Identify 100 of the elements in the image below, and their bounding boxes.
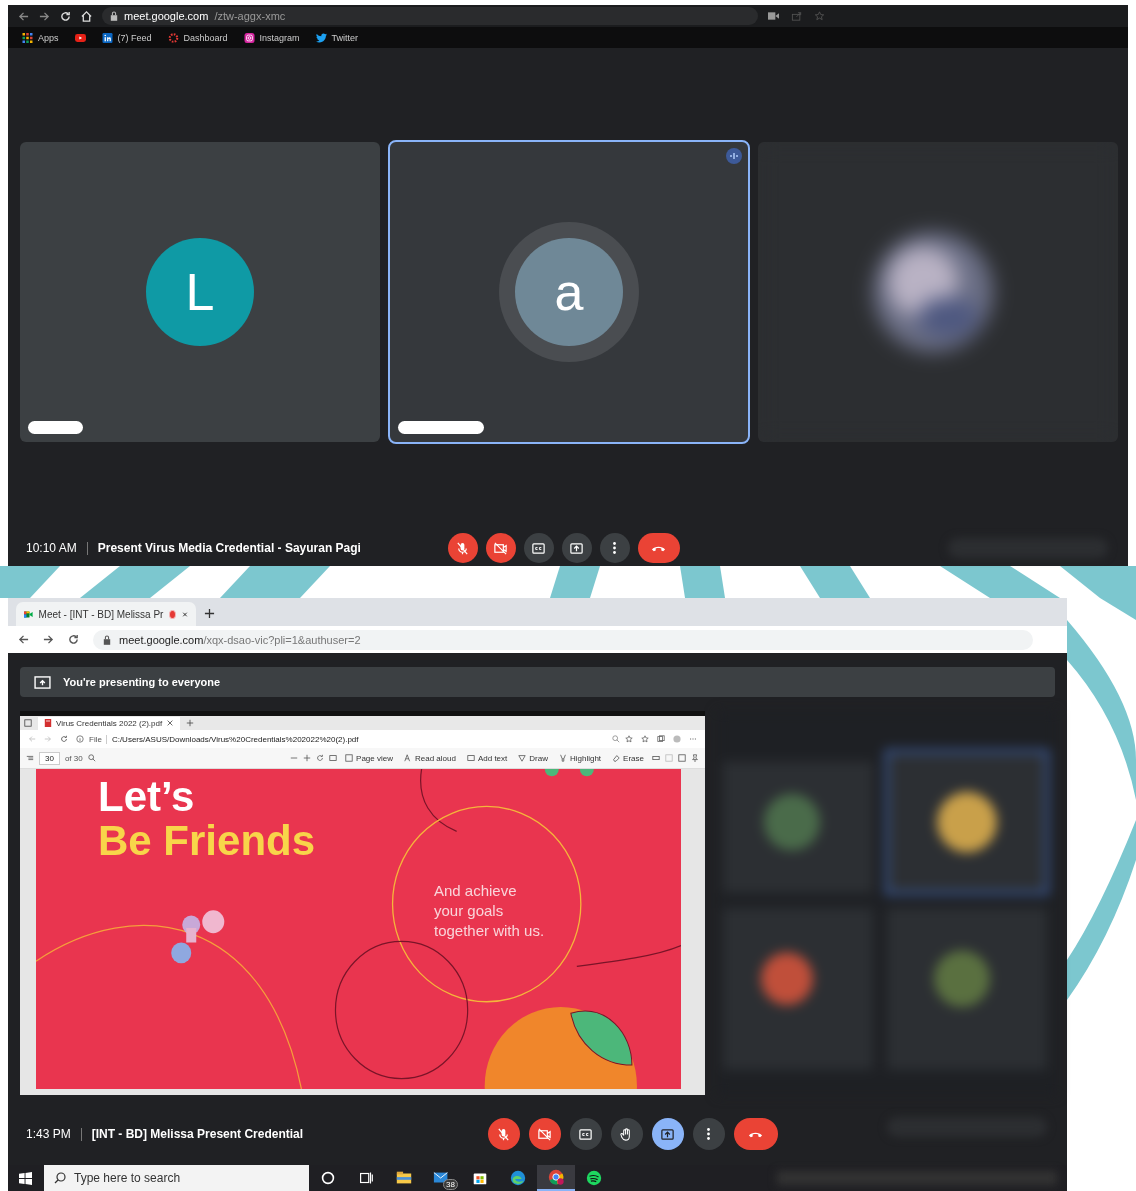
close-icon[interactable]: [166, 719, 175, 727]
present-button[interactable]: [651, 1118, 684, 1150]
camera-off-icon: [493, 540, 509, 556]
pen-icon: [518, 754, 527, 762]
url-path: /xqx-dsao-vic?pli=1&authuser=2: [203, 633, 361, 646]
search-icon[interactable]: [87, 754, 96, 762]
highlighter-icon: [558, 754, 567, 762]
mic-off-button[interactable]: [447, 533, 478, 563]
tab-title: Meet - [INT - BD] Melissa Pr: [38, 608, 164, 620]
favorites-icon[interactable]: [641, 735, 649, 743]
file-path: C:/Users/ASUS/Downloads/Virus%20Credentials%202022%20(2).pdf: [111, 734, 359, 744]
erase-button[interactable]: Erase: [609, 753, 647, 763]
collections-icon[interactable]: [657, 735, 665, 743]
bookmark[interactable]: (7) Feed: [99, 31, 154, 44]
reload-icon[interactable]: [68, 634, 79, 645]
search-icon: [54, 1172, 66, 1184]
pin-icon[interactable]: [691, 754, 699, 762]
grid-icon: [22, 32, 33, 43]
star-icon[interactable]: [814, 11, 825, 21]
bookmark[interactable]: [72, 31, 88, 44]
more-icon: [613, 542, 617, 554]
letter-icon: [404, 754, 412, 762]
url-host: meet.google.com: [119, 633, 204, 646]
mic-off-button[interactable]: [487, 1118, 520, 1150]
draw-button[interactable]: Draw: [515, 753, 551, 763]
meeting-time: 1:43 PM: [26, 1127, 71, 1141]
favorite-icon[interactable]: [625, 735, 633, 743]
camera-off-icon: [537, 1126, 553, 1142]
more-icon: [707, 1128, 711, 1140]
url-host: meet.google.com: [124, 10, 209, 22]
bird-icon: [315, 32, 327, 43]
camera-icon: [243, 32, 255, 43]
mail-taskbar-icon[interactable]: 38: [423, 1165, 461, 1191]
contents-icon[interactable]: [26, 754, 34, 762]
page-view-button[interactable]: Page view: [342, 753, 396, 763]
captions-button[interactable]: [523, 533, 554, 563]
file-label: File: [89, 734, 107, 744]
bookmark[interactable]: Instagram: [241, 31, 302, 44]
avatar: L: [146, 238, 254, 346]
present-icon: [34, 675, 51, 689]
bookmark[interactable]: Dashboard: [165, 31, 230, 44]
print-icon[interactable]: [652, 754, 660, 762]
eraser-icon: [612, 754, 621, 762]
address-bar[interactable]: meet.google.com/xqx-dsao-vic?pli=1&authuser=2: [93, 629, 1033, 650]
page-number-field[interactable]: 30: [39, 751, 60, 765]
zoom-icon: [612, 735, 620, 743]
highlight-button[interactable]: Highlight: [555, 753, 605, 763]
browser-tab[interactable]: Meet - [INT - BD] Melissa Pr: [16, 602, 196, 626]
zoom-in-icon[interactable]: [303, 754, 312, 762]
play-icon: [74, 32, 86, 43]
close-icon[interactable]: [182, 609, 188, 619]
meeting-time: 10:10 AM: [26, 541, 77, 555]
home-icon[interactable]: [81, 10, 92, 22]
hang-up-button[interactable]: [637, 533, 680, 563]
camera-off-button[interactable]: [528, 1118, 561, 1150]
forward-icon[interactable]: [39, 10, 50, 22]
present-icon: [569, 540, 585, 556]
hang-up-button[interactable]: [733, 1118, 778, 1150]
captions-button[interactable]: [569, 1118, 602, 1150]
audio-indicator-icon: [726, 148, 742, 164]
camera-icon[interactable]: [768, 11, 779, 21]
more-button[interactable]: [599, 533, 630, 563]
back-icon[interactable]: [18, 10, 29, 22]
browser-tab[interactable]: Virus Credentials 2022 (2).pdf: [38, 716, 181, 730]
text-box-icon: [466, 754, 475, 762]
browser-icon: [509, 1169, 527, 1187]
save-as-icon[interactable]: [678, 754, 686, 762]
tab-actions-icon[interactable]: [24, 719, 32, 727]
rotate-icon[interactable]: [316, 754, 325, 762]
captions-icon: [531, 540, 547, 556]
more-button[interactable]: [692, 1118, 725, 1150]
music-icon: [585, 1169, 603, 1187]
bookmark[interactable]: Apps: [20, 31, 61, 44]
meet-logo-icon: [24, 608, 33, 620]
unread-badge: 38: [443, 1179, 458, 1190]
page-count: of 30: [64, 753, 83, 763]
slide-body-text: And achieve your goals together with us.: [434, 881, 545, 941]
square-logo-icon: [101, 32, 113, 43]
present-icon: [660, 1126, 676, 1142]
present-button[interactable]: [561, 533, 592, 563]
address-bar[interactable]: meet.google.com /ztw-aggx-xmc: [102, 7, 758, 25]
add-text-button[interactable]: Add text: [463, 753, 511, 763]
lock-icon: [103, 634, 111, 645]
bookmark[interactable]: Twitter: [313, 31, 361, 44]
windows-start-icon[interactable]: [19, 1171, 32, 1185]
new-tab-icon[interactable]: [204, 608, 215, 619]
camera-off-button[interactable]: [485, 533, 516, 563]
read-aloud-button[interactable]: Read aloud: [401, 753, 459, 763]
circle-icon: [319, 1169, 337, 1187]
redaction-mark: [28, 421, 83, 434]
fit-page-icon[interactable]: [329, 754, 338, 762]
raise-hand-button[interactable]: [610, 1118, 643, 1150]
forward-icon[interactable]: [43, 634, 54, 645]
chrome-taskbar-icon[interactable]: [537, 1165, 575, 1191]
back-icon[interactable]: [18, 634, 29, 645]
address-bar[interactable]: File C:/Users/ASUS/Downloads/Virus%20Credentials%202022%20(2).pdf: [76, 732, 633, 746]
info-icon: [76, 735, 84, 743]
slide-title: Let’s Be Friends: [98, 775, 316, 863]
captions-icon: [578, 1126, 594, 1142]
taskbar-search-field[interactable]: Type here to search: [44, 1165, 309, 1191]
